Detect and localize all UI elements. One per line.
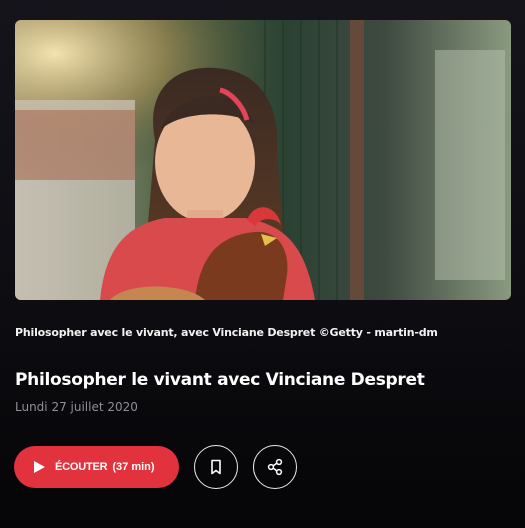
hero-image — [15, 20, 511, 300]
share-button[interactable] — [253, 445, 297, 489]
listen-label: ÉCOUTER — [55, 461, 108, 473]
listen-duration: (37 min) — [112, 461, 155, 473]
bookmark-button[interactable] — [194, 445, 238, 489]
hero-photo — [15, 20, 511, 300]
image-caption: Philosopher avec le vivant, avec Vincian… — [15, 326, 438, 339]
episode-title: Philosopher le vivant avec Vinciane Desp… — [15, 370, 425, 390]
bookmark-icon — [211, 459, 221, 475]
listen-button[interactable]: ÉCOUTER (37 min) — [14, 446, 179, 488]
play-icon — [34, 461, 45, 473]
share-icon — [267, 458, 283, 476]
episode-date: Lundi 27 juillet 2020 — [15, 400, 138, 414]
